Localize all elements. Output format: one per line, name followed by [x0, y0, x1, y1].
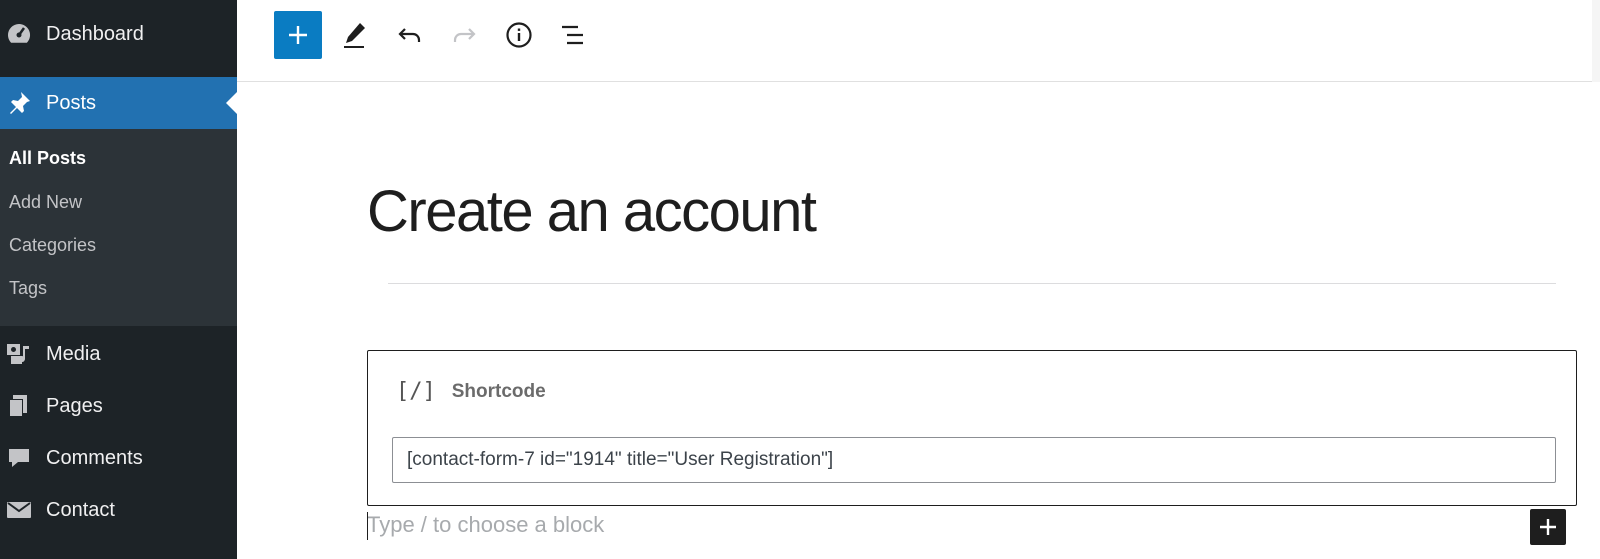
sidebar-item-pages[interactable]: Pages	[0, 381, 237, 431]
tools-button[interactable]	[331, 11, 379, 59]
sidebar-item-label: Dashboard	[46, 22, 144, 45]
active-indicator	[226, 92, 237, 114]
sidebar-item-label: Posts	[46, 91, 97, 114]
add-block-button[interactable]	[274, 11, 322, 59]
details-button[interactable]	[495, 11, 543, 59]
sidebar-item-dashboard[interactable]: Dashboard	[0, 9, 237, 59]
info-icon	[506, 22, 532, 48]
redo-button[interactable]	[440, 11, 488, 59]
text-caret	[367, 512, 368, 540]
plus-icon	[1540, 519, 1556, 535]
shortcode-block[interactable]: [/] Shortcode	[367, 350, 1577, 506]
undo-icon	[398, 28, 421, 42]
posts-submenu: All Posts Add New Categories Tags	[0, 129, 237, 326]
list-view-icon	[562, 25, 583, 45]
add-block-icon	[289, 26, 307, 44]
shortcode-input[interactable]	[392, 437, 1556, 483]
sidebar-item-label: Comments	[46, 446, 143, 469]
sidebar-item-label: Pages	[46, 394, 103, 417]
undo-button[interactable]	[386, 11, 434, 59]
post-title[interactable]: Create an account	[367, 178, 817, 245]
scrollbar[interactable]	[1592, 0, 1600, 82]
sidebar-item-contact[interactable]: Contact	[0, 485, 237, 535]
submenu-item-tags[interactable]: Tags	[9, 278, 47, 299]
redo-icon	[453, 28, 476, 42]
pencil-icon	[344, 23, 365, 48]
mail-icon	[4, 495, 34, 525]
comment-icon	[4, 443, 34, 473]
list-view-button[interactable]	[550, 11, 598, 59]
submenu-item-all-posts[interactable]: All Posts	[9, 148, 86, 169]
submenu-item-categories[interactable]: Categories	[9, 235, 96, 256]
sidebar-item-media[interactable]: Media	[0, 329, 237, 379]
shortcode-block-header: [/] Shortcode	[396, 379, 546, 404]
admin-sidebar: Dashboard Posts All Posts Add New Catego…	[0, 0, 237, 559]
media-icon	[4, 339, 34, 369]
pages-icon	[4, 391, 34, 421]
block-inserter-button[interactable]	[1530, 509, 1566, 545]
title-separator	[388, 283, 1556, 284]
pin-icon	[4, 88, 34, 118]
editor-toolbar	[237, 0, 1600, 82]
block-title: Shortcode	[451, 380, 546, 402]
sidebar-item-comments[interactable]: Comments	[0, 433, 237, 483]
dashboard-icon	[4, 19, 34, 49]
sidebar-item-posts[interactable]: Posts	[0, 77, 237, 129]
sidebar-item-label: Media	[46, 342, 101, 365]
submenu-item-add-new[interactable]: Add New	[9, 192, 82, 213]
block-appender-placeholder[interactable]: Type / to choose a block	[367, 512, 604, 538]
sidebar-item-label: Contact	[46, 498, 115, 521]
shortcode-icon: [/]	[396, 379, 436, 404]
